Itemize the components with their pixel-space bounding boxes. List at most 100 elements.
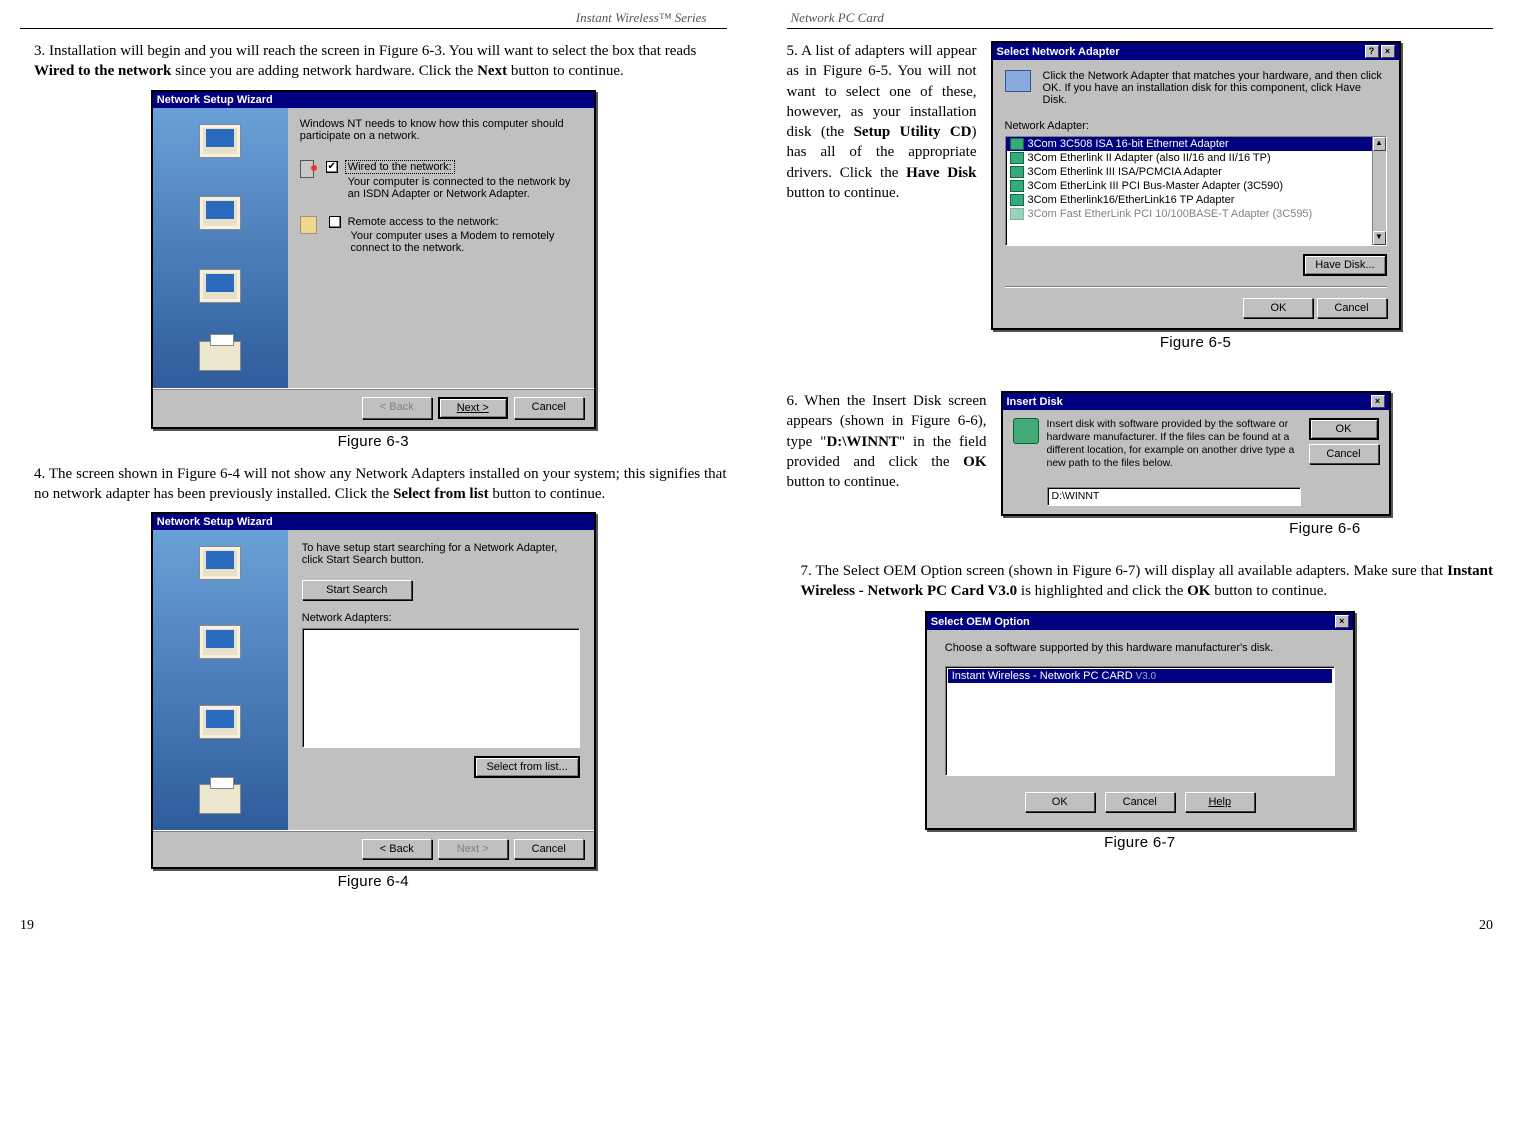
page-number-left: 19 bbox=[20, 918, 34, 934]
step6-bold1: D:\WINNT bbox=[826, 434, 899, 450]
ok-button[interactable]: OK bbox=[1025, 792, 1095, 812]
fig64-caption: Figure 6-4 bbox=[20, 873, 727, 890]
close-titlebar-button[interactable]: × bbox=[1371, 395, 1385, 408]
cancel-button[interactable]: Cancel bbox=[1105, 792, 1175, 812]
adapter-item-icon bbox=[1010, 152, 1024, 164]
step6-bold2: OK bbox=[963, 454, 986, 470]
step3-paragraph: 3. Installation will begin and you will … bbox=[34, 41, 727, 82]
cancel-button[interactable]: Cancel bbox=[1309, 444, 1379, 464]
fig67-titlebar: Select OEM Option × bbox=[927, 613, 1353, 630]
fig66-titlebar: Insert Disk × bbox=[1003, 393, 1389, 410]
ok-button[interactable]: OK bbox=[1309, 418, 1379, 440]
checkbox-remote[interactable] bbox=[329, 216, 341, 228]
network-adapters-listbox[interactable] bbox=[302, 628, 580, 748]
list-item[interactable]: 3Com EtherLink III PCI Bus-Master Adapte… bbox=[1006, 179, 1386, 193]
step7-text-b: is highlighted and click the bbox=[1017, 583, 1187, 599]
fig64-titlebar: Network Setup Wizard bbox=[153, 514, 594, 530]
figure-6-6-dialog: Insert Disk × Insert disk with software … bbox=[1001, 391, 1391, 516]
path-input[interactable]: D:\WINNT bbox=[1047, 487, 1301, 506]
modem-icon bbox=[300, 216, 317, 234]
step7-bold2: OK bbox=[1187, 583, 1210, 599]
oem-option-listbox[interactable]: Instant Wireless - Network PC CARD V3.0 bbox=[945, 666, 1335, 776]
cancel-button[interactable]: Cancel bbox=[1317, 298, 1387, 318]
fig63-opt2-label: Remote access to the network: bbox=[348, 216, 499, 228]
fig64-na-label: Network Adapters: bbox=[302, 612, 580, 624]
next-button: Next > bbox=[438, 839, 508, 859]
fig66-message: Insert disk with software provided by th… bbox=[1047, 418, 1301, 471]
have-disk-button[interactable]: Have Disk... bbox=[1303, 254, 1386, 276]
cancel-button[interactable]: Cancel bbox=[514, 397, 584, 419]
adapter-item-icon bbox=[1010, 180, 1024, 192]
fig65-na-label: Network Adapter: bbox=[1005, 120, 1387, 132]
step4-paragraph: 4. The screen shown in Figure 6-4 will n… bbox=[34, 464, 727, 505]
back-button[interactable]: < Back bbox=[362, 839, 432, 859]
fig65-title: Select Network Adapter bbox=[997, 46, 1120, 58]
step3-text-a: Installation will begin and you will rea… bbox=[49, 43, 696, 59]
step7-paragraph: 7. The Select OEM Option screen (shown i… bbox=[801, 561, 1494, 602]
fig67-caption: Figure 6-7 bbox=[787, 834, 1494, 851]
list-item[interactable]: Instant Wireless - Network PC CARD V3.0 bbox=[948, 669, 1332, 683]
adapter-item-icon bbox=[1010, 138, 1024, 150]
page-header-right: Network PC Card bbox=[787, 10, 1494, 29]
list-item[interactable]: 3Com Etherlink III ISA/PCMCIA Adapter bbox=[1006, 165, 1386, 179]
fig63-titlebar: Network Setup Wizard bbox=[153, 92, 594, 108]
step6-paragraph: 6. When the Insert Disk screen appears (… bbox=[787, 391, 987, 492]
fig64-intro: To have setup start searching for a Netw… bbox=[302, 542, 580, 566]
computer-icon bbox=[199, 546, 241, 580]
list-item[interactable]: 3Com 3C508 ISA 16-bit Ethernet Adapter bbox=[1006, 137, 1386, 151]
step4-text-b: button to continue. bbox=[489, 486, 606, 502]
computer-icon bbox=[199, 625, 241, 659]
fig63-option-remote[interactable]: Remote access to the network: Your compu… bbox=[300, 216, 582, 254]
checkbox-wired[interactable]: ✔ bbox=[326, 161, 338, 173]
help-button[interactable]: Help bbox=[1185, 792, 1255, 812]
step3-bold1: Wired to the network bbox=[34, 63, 171, 79]
close-titlebar-button[interactable]: × bbox=[1381, 45, 1395, 58]
help-titlebar-button[interactable]: ? bbox=[1365, 45, 1379, 58]
list-item[interactable]: 3Com Etherlink16/EtherLink16 TP Adapter bbox=[1006, 193, 1386, 207]
fig63-intro: Windows NT needs to know how this comput… bbox=[300, 118, 582, 142]
fig65-instructions: Click the Network Adapter that matches y… bbox=[1043, 70, 1387, 106]
disk-icon bbox=[1013, 418, 1039, 444]
fig63-opt1-desc: Your computer is connected to the networ… bbox=[348, 176, 582, 200]
step5-bold1: Setup Utility CD bbox=[854, 124, 972, 140]
adapter-item-icon bbox=[1010, 166, 1024, 178]
fig63-opt2-desc: Your computer uses a Modem to remotely c… bbox=[351, 230, 582, 254]
fig64-banner bbox=[153, 530, 288, 830]
adapter-listbox[interactable]: 3Com 3C508 ISA 16-bit Ethernet Adapter 3… bbox=[1005, 136, 1387, 246]
step4-number: 4. bbox=[34, 466, 45, 482]
fig67-instructions: Choose a software supported by this hard… bbox=[945, 642, 1335, 654]
list-item[interactable]: 3Com Etherlink II Adapter (also II/16 an… bbox=[1006, 151, 1386, 165]
step7-text-c: button to continue. bbox=[1210, 583, 1327, 599]
adapter-item-icon bbox=[1010, 194, 1024, 206]
step3-number: 3. bbox=[34, 43, 45, 59]
step4-bold1: Select from list bbox=[393, 486, 489, 502]
back-button[interactable]: < Back bbox=[362, 397, 432, 419]
fig66-title: Insert Disk bbox=[1007, 396, 1063, 408]
select-from-list-button[interactable]: Select from list... bbox=[474, 756, 579, 778]
step5-bold2: Have Disk bbox=[906, 165, 976, 181]
close-titlebar-button[interactable]: × bbox=[1335, 615, 1349, 628]
next-button[interactable]: Next > bbox=[438, 397, 508, 419]
computer-icon bbox=[199, 705, 241, 739]
step3-text-b: since you are adding network hardware. C… bbox=[171, 63, 477, 79]
fig67-title: Select OEM Option bbox=[931, 616, 1030, 628]
scroll-up-icon[interactable]: ▲ bbox=[1373, 137, 1386, 151]
fig63-option-wired[interactable]: ✔ Wired to the network: Your computer is… bbox=[300, 160, 582, 200]
fig64-title: Network Setup Wizard bbox=[157, 516, 273, 528]
scrollbar[interactable]: ▲ ▼ bbox=[1372, 137, 1386, 245]
figure-6-4-dialog: Network Setup Wizard To have setup start… bbox=[151, 512, 596, 869]
page-number-right: 20 bbox=[1479, 918, 1493, 934]
fig63-title: Network Setup Wizard bbox=[157, 94, 273, 106]
cancel-button[interactable]: Cancel bbox=[514, 839, 584, 859]
figure-6-5-dialog: Select Network Adapter ? × Click the Net… bbox=[991, 41, 1401, 330]
figure-6-7-dialog: Select OEM Option × Choose a software su… bbox=[925, 611, 1355, 830]
page-header-left: Instant Wireless™ Series bbox=[20, 10, 727, 29]
printer-icon bbox=[199, 784, 241, 814]
scroll-down-icon[interactable]: ▼ bbox=[1373, 231, 1386, 245]
step7-number: 7. bbox=[801, 563, 812, 579]
ok-button[interactable]: OK bbox=[1243, 298, 1313, 318]
list-item[interactable]: 3Com Fast EtherLink PCI 10/100BASE-T Ada… bbox=[1006, 207, 1386, 221]
fig63-banner bbox=[153, 108, 288, 388]
printer-icon bbox=[199, 341, 241, 371]
start-search-button[interactable]: Start Search bbox=[302, 580, 412, 600]
